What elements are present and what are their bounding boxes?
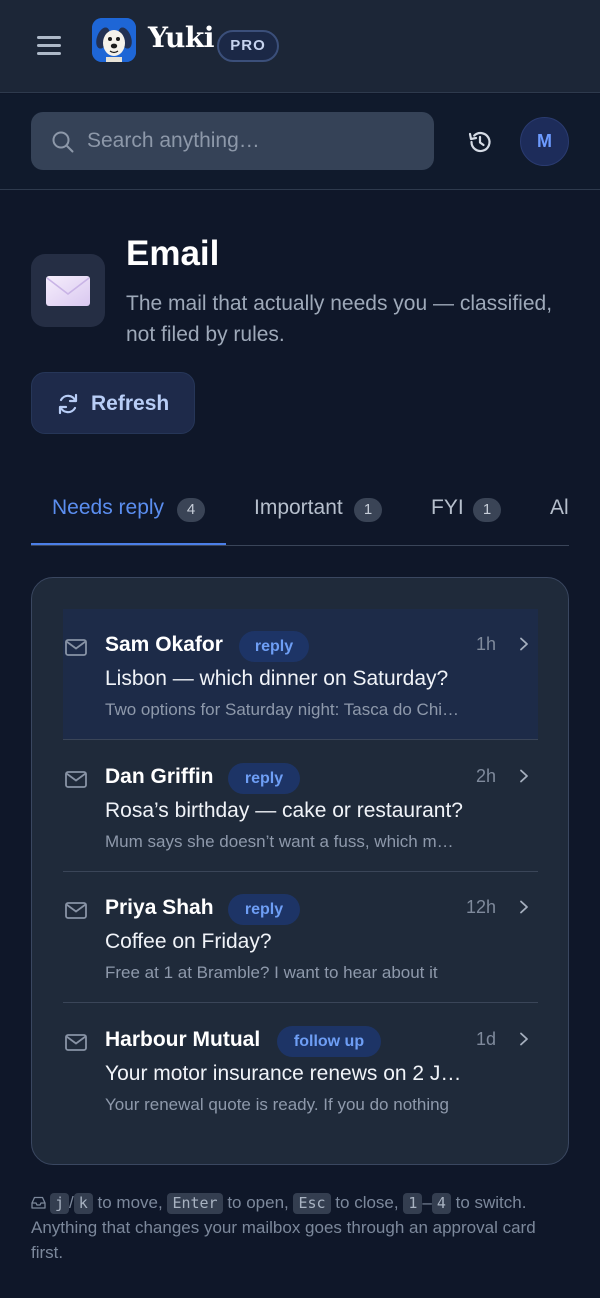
mail-icon bbox=[65, 902, 87, 919]
footer-text: to move, bbox=[92, 1193, 168, 1212]
mail-icon bbox=[65, 639, 87, 656]
search-icon bbox=[52, 131, 74, 153]
key-esc: Esc bbox=[293, 1193, 331, 1214]
email-time: 2h bbox=[475, 766, 496, 786]
email-preview: Mum says she doesn’t want a fuss, which … bbox=[105, 832, 460, 851]
email-subject: Lisbon — which dinner on Saturday? bbox=[105, 667, 449, 690]
tab-count-badge: 4 bbox=[177, 498, 205, 522]
pro-badge: PRO bbox=[217, 30, 279, 62]
footer-dash: – bbox=[422, 1193, 432, 1212]
yuki-dog-logo-icon[interactable] bbox=[92, 18, 136, 62]
email-row[interactable]: Dan Griffin reply 2h Rosa’s birthday — c… bbox=[63, 741, 538, 872]
key-enter: Enter bbox=[167, 1193, 223, 1214]
email-tag: reply bbox=[228, 894, 300, 925]
chevron-right-icon bbox=[520, 637, 528, 651]
email-row[interactable]: Sam Okafor reply 1h Lisbon — which dinne… bbox=[63, 609, 538, 740]
email-preview: Your renewal quote is ready. If you do n… bbox=[105, 1095, 450, 1114]
email-sender: Sam Okafor bbox=[105, 633, 223, 656]
page-subtitle: The mail that actually needs you — class… bbox=[126, 292, 553, 346]
email-row[interactable]: Harbour Mutual follow up 1d Your motor i… bbox=[63, 1004, 538, 1135]
email-preview: Two options for Saturday night: Tasca do… bbox=[105, 700, 460, 719]
app-name: Yuki bbox=[148, 21, 214, 54]
tab-label: FYI bbox=[431, 496, 464, 519]
user-avatar[interactable]: M bbox=[520, 117, 569, 166]
tab-count-badge: 1 bbox=[354, 498, 382, 522]
key-4: 4 bbox=[431, 1193, 451, 1214]
email-time: 12h bbox=[465, 897, 496, 917]
active-tab-indicator bbox=[31, 543, 226, 545]
key-j: j bbox=[50, 1193, 70, 1214]
history-icon[interactable] bbox=[466, 128, 494, 156]
email-subject: Coffee on Friday? bbox=[105, 930, 272, 953]
search-box[interactable] bbox=[31, 112, 434, 170]
tab-label: Al bbox=[550, 496, 569, 519]
email-subject: Rosa’s birthday — cake or restaurant? bbox=[105, 799, 463, 822]
refresh-button[interactable]: Refresh bbox=[31, 372, 195, 434]
mail-icon bbox=[65, 1034, 87, 1051]
email-tag: reply bbox=[239, 631, 309, 662]
footer-text: to open, bbox=[222, 1193, 294, 1212]
keyboard-shortcuts-hint: j / k to move, Enter to open, Esc to close… bbox=[31, 1190, 571, 1265]
hamburger-menu-icon[interactable] bbox=[36, 33, 62, 57]
key-1: 1 bbox=[403, 1193, 423, 1214]
refresh-icon bbox=[58, 393, 78, 415]
email-list: Sam Okafor reply 1h Lisbon — which dinne… bbox=[31, 577, 569, 1165]
row-divider bbox=[63, 739, 538, 740]
email-preview: Free at 1 at Bramble? I want to hear abo… bbox=[105, 963, 438, 982]
inbox-icon bbox=[31, 1196, 46, 1209]
email-subject: Your motor insurance renews on 2 June bbox=[105, 1062, 463, 1085]
tab-count-badge: 1 bbox=[473, 498, 501, 522]
email-sender: Priya Shah bbox=[105, 896, 214, 919]
email-sender: Harbour Mutual bbox=[105, 1028, 261, 1051]
tab-label: Needs reply bbox=[52, 496, 165, 519]
search-input[interactable] bbox=[87, 112, 417, 170]
page-title: Email bbox=[126, 234, 220, 273]
email-section-icon bbox=[31, 254, 105, 327]
chevron-right-icon bbox=[520, 769, 528, 783]
mail-icon bbox=[65, 771, 87, 788]
tab-important[interactable]: Important 1 bbox=[253, 478, 403, 545]
row-divider bbox=[63, 1002, 538, 1003]
tab-bar: Needs reply 4 Important 1 FYI 1 Al bbox=[31, 478, 569, 546]
key-k: k bbox=[73, 1193, 93, 1214]
refresh-button-label: Refresh bbox=[91, 392, 170, 415]
email-sender: Dan Griffin bbox=[105, 765, 214, 788]
tab-all[interactable]: Al bbox=[550, 478, 569, 545]
footer-text: to close, bbox=[330, 1193, 404, 1212]
chevron-right-icon bbox=[520, 900, 528, 914]
top-bar: Yuki PRO bbox=[0, 0, 600, 93]
tab-needs-reply[interactable]: Needs reply 4 bbox=[31, 478, 226, 545]
tab-fyi[interactable]: FYI 1 bbox=[431, 478, 531, 545]
email-row[interactable]: Priya Shah reply 12h Coffee on Friday? F… bbox=[63, 872, 538, 1003]
tab-label: Important bbox=[254, 496, 343, 519]
email-time: 1h bbox=[475, 634, 496, 654]
email-tag: reply bbox=[228, 763, 300, 794]
search-bar-row: M bbox=[0, 94, 600, 190]
email-tag: follow up bbox=[277, 1026, 381, 1057]
chevron-right-icon bbox=[520, 1032, 528, 1046]
email-time: 1d bbox=[475, 1029, 496, 1049]
